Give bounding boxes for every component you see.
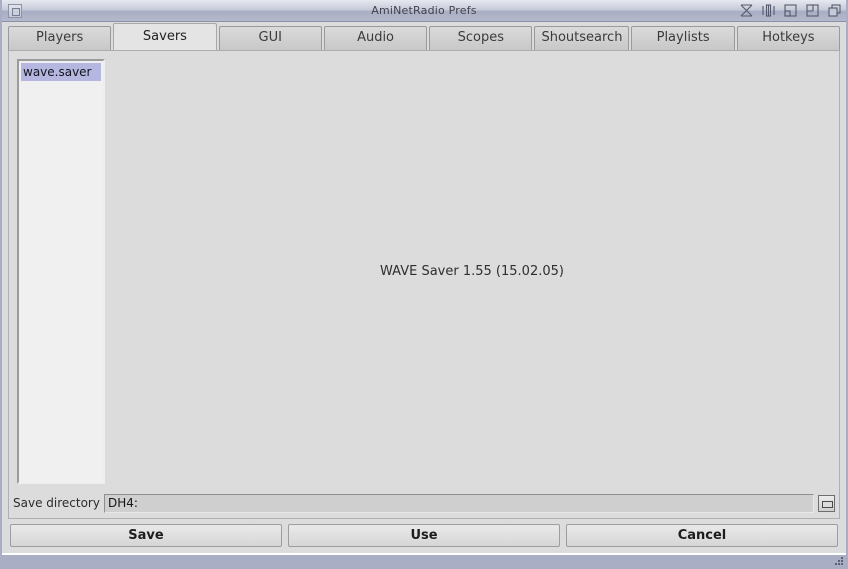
tab-gui[interactable]: GUI [218,26,322,50]
zoom-gadget-icon[interactable] [783,3,798,18]
directory-popup-icon[interactable] [818,494,835,512]
window-gadgets [739,3,842,18]
tab-hotkeys[interactable]: Hotkeys [736,26,841,50]
tab-content-panel: wave.saver WAVE Saver 1.55 (15.02.05) Sa… [8,50,840,519]
save-directory-row: Save directory DH4: [11,492,837,514]
saver-info-pane: WAVE Saver 1.55 (15.02.05) [113,59,831,484]
depth-gadget-icon[interactable] [827,3,842,18]
cancel-button[interactable]: Cancel [566,524,838,547]
window-title: AmiNetRadio Prefs [371,3,477,17]
prefs-window: AmiNetRadio Prefs Players Savers GUI Aud… [0,0,848,569]
tab-audio[interactable]: Audio [323,26,428,50]
saver-version-label: WAVE Saver 1.55 (15.02.05) [380,264,564,279]
resize-grip-icon[interactable] [833,556,843,565]
snapshot-gadget-icon[interactable] [761,3,776,18]
save-directory-input[interactable]: DH4: [103,493,814,513]
tab-playlists[interactable]: Playlists [631,26,735,50]
button-bar: Save Use Cancel [2,519,846,553]
use-button[interactable]: Use [288,524,560,547]
tab-bar: Players Savers GUI Audio Scopes Shoutsea… [2,22,846,50]
status-bar [2,553,846,567]
savers-list[interactable]: wave.saver [17,59,105,484]
save-directory-label: Save directory [13,496,100,510]
tab-scopes[interactable]: Scopes [429,26,533,50]
savers-main-row: wave.saver WAVE Saver 1.55 (15.02.05) [9,51,839,492]
iconify-gadget-icon[interactable] [739,3,754,18]
tab-savers[interactable]: Savers [113,23,217,50]
save-button[interactable]: Save [10,524,282,547]
close-icon[interactable] [8,3,22,18]
tab-shoutsearch[interactable]: Shoutsearch [534,26,630,50]
list-item[interactable]: wave.saver [21,63,101,81]
tab-players[interactable]: Players [8,26,112,50]
title-bar: AmiNetRadio Prefs [2,0,846,22]
maximize-gadget-icon[interactable] [805,3,820,18]
